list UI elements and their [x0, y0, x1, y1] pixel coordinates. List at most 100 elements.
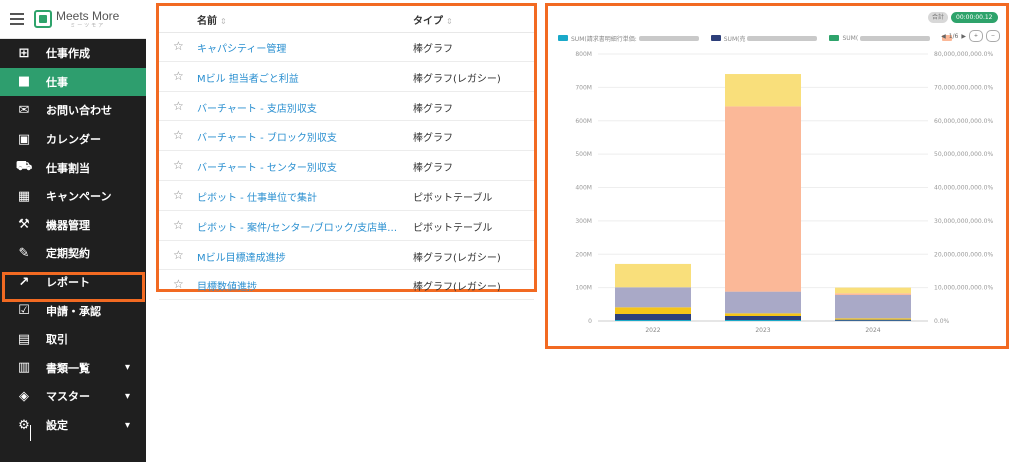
y2-tick-label: 30,000,000,000.0% [934, 218, 993, 225]
table-row[interactable]: ☆ 目標数値進捗 棒グラフ(レガシー) [159, 270, 534, 301]
table-row[interactable]: ☆ ピボット - 仕事単位で集計 ピボットテーブル [159, 181, 534, 211]
favorite-star-icon[interactable]: ☆ [173, 277, 184, 291]
favorite-star-icon[interactable]: ☆ [173, 69, 184, 83]
sidebar-item[interactable]: ✎ 定期契約 [0, 239, 146, 268]
report-name-link[interactable]: バーチャート - ブロック別収支 [197, 129, 337, 144]
sidebar-item[interactable]: ✉ お問い合わせ [0, 96, 146, 125]
sidebar-nav: ⊞ 仕事作成 ■ 仕事 ✉ お問い合わせ ▣ カレンダー ⛟ 仕事割当 ▦ キャンペーン ⚒ 機器管理 ✎ 定… [0, 39, 146, 439]
report-name-link[interactable]: ピボット - 仕事単位で集計 [197, 189, 317, 204]
contract-icon: ✎ [18, 245, 30, 261]
report-type: 棒グラフ [413, 44, 453, 55]
table-row[interactable]: ☆ ピボット - 案件/センター/ブロック/支店単位... ピボットテーブル [159, 211, 534, 241]
bar-segment [615, 287, 691, 308]
bar-segment [615, 263, 691, 288]
tools-icon: ⚒ [18, 217, 30, 233]
sidebar-item[interactable]: ▣ カレンダー [0, 125, 146, 154]
gear-icon: ⚙ [18, 417, 30, 433]
favorite-star-icon[interactable]: ☆ [173, 39, 184, 53]
table-row[interactable]: ☆ バーチャート - ブロック別収支 棒グラフ [159, 121, 534, 152]
sidebar-item-label: 定期契約 [46, 247, 90, 261]
y2-tick-label: 50,000,000,000.0% [934, 151, 993, 158]
sidebar-item[interactable]: ▦ キャンペーン [0, 182, 146, 211]
sort-icon[interactable]: ⇕ [220, 17, 227, 26]
bar-segment [725, 313, 801, 316]
y2-tick-label: 60,000,000,000.0% [934, 118, 993, 125]
sidebar-item[interactable]: ▥ 書類一覧 ▾ [0, 354, 146, 383]
app-logo[interactable]: Meets More ミーツモア [34, 10, 119, 29]
sidebar-item-label: 書類一覧 [46, 361, 90, 375]
report-type: 棒グラフ [413, 103, 453, 115]
sidebar-item[interactable]: ■ 仕事 [0, 67, 146, 97]
table-row[interactable]: ☆ キャパシティー管理 棒グラフ [159, 32, 534, 62]
chevron-down-icon[interactable]: ▾ [125, 420, 130, 431]
report-type: 棒グラフ(レガシー) [413, 282, 501, 294]
sidebar-item[interactable]: ⊞ 仕事作成 [0, 39, 146, 68]
table-row[interactable]: ☆ バーチャート - センター別収支 棒グラフ [159, 151, 534, 181]
sidebar-item[interactable]: ◈ マスター ▾ [0, 382, 146, 411]
y-tick-label: 800M [575, 51, 592, 58]
y-tick-label: 200M [575, 251, 592, 258]
report-type: 棒グラフ [413, 163, 453, 175]
y2-tick-label: 70,000,000,000.0% [934, 84, 993, 91]
report-name-link[interactable]: 目標数値進捗 [197, 278, 257, 293]
chevron-down-icon[interactable]: ▾ [125, 362, 130, 373]
mail-icon: ✉ [18, 102, 30, 118]
report-name-link[interactable]: Mビル目標達成進捗 [197, 249, 286, 264]
report-name-link[interactable]: Mビル 担当者ごと利益 [197, 70, 299, 85]
y2-tick-label: 0.0% [934, 318, 950, 325]
x-tick-label: 2024 [865, 327, 880, 334]
sidebar-header: Meets More ミーツモア [0, 0, 146, 39]
sidebar-item[interactable]: ⛟ 仕事割当 [0, 153, 146, 182]
table-row[interactable]: ☆ Mビル目標達成進捗 棒グラフ(レガシー) [159, 241, 534, 271]
boxes-icon: ◈ [19, 388, 29, 404]
menu-toggle-icon[interactable] [0, 0, 34, 38]
text-cursor [30, 425, 31, 441]
chart-panel: 合計 00:00:00.12 SUM(請求書明細行単価: SUM(売 SUM( ◀ … [545, 3, 1009, 349]
column-header-type[interactable]: タイプ ⇕ [413, 12, 453, 27]
y-tick-label: 100M [575, 285, 592, 292]
calendar-icon: ▣ [17, 131, 31, 147]
sidebar-item-label: 取引 [46, 333, 68, 347]
column-header-name[interactable]: 名前 ⇕ [197, 12, 227, 27]
favorite-star-icon[interactable]: ☆ [173, 218, 184, 232]
report-type: ピボットテーブル [413, 222, 493, 234]
briefcase-icon: ■ [17, 74, 31, 90]
sidebar-item-label: カレンダー [46, 133, 101, 147]
sidebar-item[interactable]: ⚙ 設定 ▾ [0, 411, 146, 440]
check-square-icon: ☑ [18, 303, 30, 319]
favorite-star-icon[interactable]: ☆ [173, 248, 184, 262]
report-name-link[interactable]: キャパシティー管理 [197, 40, 286, 55]
report-type: ピボットテーブル [413, 192, 493, 204]
y-tick-label: 500M [575, 151, 592, 158]
sidebar-item[interactable]: ▤ 取引 [0, 325, 146, 354]
sidebar-item[interactable]: ⚒ 機器管理 [0, 211, 146, 240]
sidebar-item-label: 申請・承認 [46, 304, 101, 318]
briefcase-plus-icon: ⊞ [18, 45, 30, 61]
report-name-link[interactable]: バーチャート - センター別収支 [197, 159, 337, 174]
report-list-panel: 名前 ⇕ タイプ ⇕ ☆ キャパシティー管理 棒グラフ ☆ Mビル 担当者ごと利益 棒グラフ(… [156, 3, 537, 301]
report-highlight-box [2, 272, 145, 302]
table-row[interactable]: ☆ Mビル 担当者ごと利益 棒グラフ(レガシー) [159, 62, 534, 92]
bar-segment [835, 293, 911, 295]
sort-icon[interactable]: ⇕ [446, 17, 453, 26]
y2-tick-label: 40,000,000,000.0% [934, 185, 993, 192]
stacked-bar-chart: 0 0.0% 100M 10,000,000,000.0% 200M 20,000,000… [575, 51, 993, 334]
column-header-name-label: 名前 [197, 15, 217, 27]
favorite-star-icon[interactable]: ☆ [173, 158, 184, 172]
logo-text: Meets More [56, 8, 120, 23]
bar-segment [615, 319, 691, 321]
y-tick-label: 400M [575, 185, 592, 192]
bar-segment [835, 318, 911, 320]
table-row[interactable]: ☆ バーチャート - 支店別収支 棒グラフ [159, 92, 534, 122]
chevron-down-icon[interactable]: ▾ [125, 391, 130, 402]
report-name-link[interactable]: バーチャート - 支店別収支 [197, 100, 317, 115]
documents-icon: ▥ [17, 360, 31, 376]
report-name-link[interactable]: ピボット - 案件/センター/ブロック/支店単位... [197, 219, 402, 234]
sidebar-item-label: 機器管理 [46, 218, 90, 232]
favorite-star-icon[interactable]: ☆ [173, 128, 184, 142]
report-type: 棒グラフ(レガシー) [413, 252, 501, 264]
logo-mark-icon [34, 10, 52, 28]
sidebar-item-label: 仕事 [46, 75, 68, 89]
favorite-star-icon[interactable]: ☆ [173, 99, 184, 113]
favorite-star-icon[interactable]: ☆ [173, 188, 184, 202]
